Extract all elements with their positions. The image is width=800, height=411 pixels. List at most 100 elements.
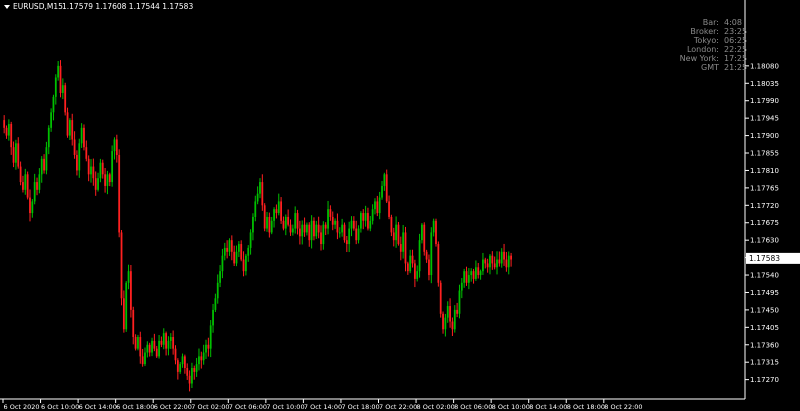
candle-body [247,247,250,256]
candle-body [193,368,196,372]
candle-body [205,344,207,353]
candle-body [503,251,505,260]
time-tick-label: 7 Oct 10:00 [266,403,304,411]
price-tick-label: 1.18035 [750,80,779,88]
candle-body [43,158,45,171]
price-tick-label: 1.17720 [750,202,779,210]
candle-body [212,309,214,326]
candle-body [507,255,510,268]
candle-body [479,271,482,276]
candle-body [207,344,210,349]
candle-body [477,267,480,276]
candle-body [155,348,158,357]
candle-body [186,368,189,376]
candle-body [64,85,67,113]
time-tick-label: 7 Oct 06:00 [229,403,267,411]
candle-body [57,65,60,78]
candle-body [273,209,275,221]
candle-body [352,220,355,229]
info-label: London: [687,45,719,54]
candle-body [219,271,221,283]
info-value: 06:25 [724,36,747,45]
candle-body [444,317,447,330]
candle-body [113,139,116,152]
time-tick-label: 6 Oct 18:00 [116,403,154,411]
price-tick-label: 1.17675 [750,219,779,227]
candle-body [139,337,142,357]
candle-body [432,220,435,233]
candle-body [209,325,212,349]
candle-body [421,224,423,241]
candle-body [214,298,217,310]
candle-body [54,77,57,97]
candle-body [338,232,341,234]
candle-body [52,96,55,113]
candle-body [334,220,336,225]
candle-body [451,321,454,330]
time-tick-label: 6 Oct 22:00 [154,403,192,411]
candle-body [259,182,261,194]
time-tick-label: 8 Oct 02:00 [417,403,455,411]
candle-body [165,333,168,349]
price-tick-label: 1.17630 [750,237,779,245]
candle-body [395,224,398,241]
candle-body [442,313,444,330]
candle-body [240,244,243,260]
price-tick-label: 1.17405 [750,324,779,332]
candle-body [376,201,379,214]
candle-body [331,216,334,225]
candle-body [320,232,322,245]
candle-body [122,298,125,330]
candle-body [73,139,76,155]
ohlc-readout: 1.17579 1.17608 1.17544 1.17583 [62,2,193,11]
candle-body [19,166,22,183]
candle-body [378,197,381,214]
candle-body [381,185,383,198]
candle-body [33,182,36,202]
candle-body [24,174,27,190]
candle-body [188,375,191,384]
candle-body [249,232,252,248]
price-tick-label: 1.17855 [750,150,779,158]
candle-body [406,263,409,272]
candle-body [413,263,416,279]
candle-body [85,147,88,159]
candle-body [127,271,130,283]
candle-body [104,174,106,186]
candle-body [29,197,31,214]
candle-body [115,139,118,155]
candle-body [71,120,74,140]
candle-body [289,224,292,233]
candle-body [315,224,318,237]
time-tick-label: 7 Oct 22:00 [379,403,417,411]
chart-header: EURUSD,M15 1.17579 1.17608 1.17544 1.175… [4,2,193,11]
candle-body [160,340,163,345]
price-tick-label: 1.17810 [750,167,779,175]
candle-body [66,112,69,136]
time-tick-label: 7 Oct 14:00 [304,403,342,411]
candle-body [460,282,463,291]
candle [118,149,121,238]
candle-body [261,182,264,206]
time-tick-label: 7 Oct 02:00 [191,403,229,411]
candle-body [120,232,123,299]
candle-body [428,259,430,276]
candle-body [390,216,393,233]
candle-body [254,201,257,217]
candle-body [137,337,139,349]
time-tick-label: 6 Oct 10:00 [41,403,79,411]
candle-body [296,213,299,229]
candle-body [172,337,175,349]
candle-body [362,213,365,221]
candle [423,222,426,256]
candle-body [484,259,487,264]
candle-body [446,306,449,318]
candle-body [327,209,329,229]
info-label: New York: [680,54,719,63]
candle-body [99,162,102,179]
candle-body [221,255,224,272]
price-chart[interactable]: 1.18080 1.18035 1.17990 1.17945 1.17900 1.178… [0,0,800,411]
candle-body [306,224,308,233]
candle-body [371,209,374,221]
candle-body [256,193,259,202]
